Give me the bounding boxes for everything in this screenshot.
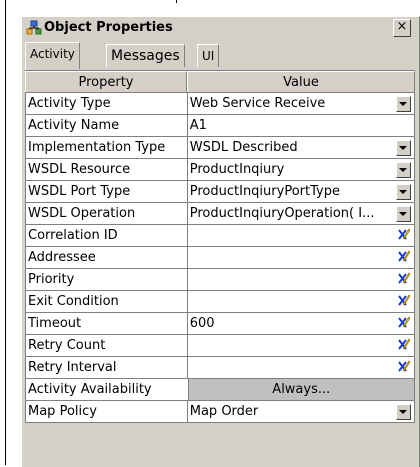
dropdown-arrow-icon[interactable] xyxy=(396,404,411,420)
title-bar: Object Properties × xyxy=(22,17,419,39)
property-value[interactable]: WSDL Described xyxy=(187,137,415,158)
dropdown-arrow-icon[interactable] xyxy=(396,184,411,200)
property-name: Retry Interval xyxy=(25,357,188,378)
expression-editor-icon[interactable] xyxy=(397,227,411,242)
value-column-header[interactable]: Value xyxy=(187,71,415,92)
table-row: Retry Interval xyxy=(25,357,415,379)
dropdown-arrow-icon[interactable] xyxy=(396,140,411,156)
value-text: Web Service Receive xyxy=(189,96,326,111)
property-value[interactable]: ProductInqiury xyxy=(187,159,415,180)
close-button[interactable]: × xyxy=(393,19,411,37)
table-row: Timeout 600 xyxy=(25,313,415,335)
expression-editor-icon[interactable] xyxy=(397,293,411,308)
table-row: WSDL Resource ProductInqiury xyxy=(25,159,415,181)
property-value[interactable]: ProductInqiuryOperation( I... xyxy=(187,203,415,224)
table-row: Activity Name A1 xyxy=(25,115,415,137)
value-text: A1 xyxy=(189,118,207,133)
value-text: Map Order xyxy=(189,404,259,419)
property-value[interactable]: Web Service Receive xyxy=(187,93,415,114)
expression-editor-icon[interactable] xyxy=(397,315,411,330)
expression-editor-icon[interactable] xyxy=(397,359,411,374)
property-value[interactable] xyxy=(187,269,415,290)
grid-header: Property Value xyxy=(25,71,415,93)
table-row: Activity Type Web Service Receive xyxy=(25,93,415,115)
property-name: Activity Availability xyxy=(25,379,189,400)
value-text: ProductInqiuryOperation( I... xyxy=(189,206,375,221)
table-row: WSDL Port Type ProductInqiuryPortType xyxy=(25,181,415,203)
table-row: Priority xyxy=(25,269,415,291)
tab-activity[interactable]: Activity xyxy=(25,42,80,69)
activity-availability-button[interactable]: Always... xyxy=(188,379,415,400)
property-value[interactable]: ProductInqiuryPortType xyxy=(187,181,415,202)
divider xyxy=(176,0,177,3)
dropdown-arrow-icon[interactable] xyxy=(396,206,411,222)
property-name: WSDL Resource xyxy=(25,159,188,180)
expression-editor-icon[interactable] xyxy=(397,337,411,352)
tab-ui[interactable]: UI xyxy=(197,44,220,67)
property-name: Activity Type xyxy=(25,93,188,114)
object-properties-icon xyxy=(26,20,42,35)
expression-editor-icon[interactable] xyxy=(397,271,411,286)
property-value[interactable] xyxy=(187,247,415,268)
tab-messages[interactable]: Messages xyxy=(106,44,185,67)
property-name: Timeout xyxy=(25,313,188,334)
property-name: WSDL Port Type xyxy=(25,181,188,202)
object-properties-panel: Object Properties × Activity Messages UI… xyxy=(21,16,420,467)
property-name: Priority xyxy=(25,269,188,290)
table-row: Retry Count xyxy=(25,335,415,357)
property-value[interactable] xyxy=(187,335,415,356)
property-name: Exit Condition xyxy=(25,291,188,312)
value-text: WSDL Described xyxy=(189,140,298,155)
value-text: ProductInqiury xyxy=(189,162,285,177)
table-row: Correlation ID xyxy=(25,225,415,247)
property-name: Implementation Type xyxy=(25,137,188,158)
property-value[interactable] xyxy=(187,291,415,312)
value-text: ProductInqiuryPortType xyxy=(189,184,340,199)
property-value[interactable]: 600 xyxy=(187,313,415,334)
table-row: WSDL Operation ProductInqiuryOperation( … xyxy=(25,203,415,225)
table-row: Activity Availability Always... xyxy=(25,379,415,401)
table-row: Exit Condition xyxy=(25,291,415,313)
table-row: Map Policy Map Order xyxy=(25,401,415,423)
property-column-header[interactable]: Property xyxy=(25,71,187,92)
dropdown-arrow-icon[interactable] xyxy=(396,162,411,178)
property-value[interactable]: A1 xyxy=(187,115,415,136)
property-grid: Property Value Activity Type Web Service… xyxy=(25,70,415,423)
property-name: Map Policy xyxy=(25,401,188,422)
dropdown-arrow-icon[interactable] xyxy=(396,96,411,112)
property-name: WSDL Operation xyxy=(25,203,188,224)
property-name: Addressee xyxy=(25,247,188,268)
table-row: Implementation Type WSDL Described xyxy=(25,137,415,159)
table-row: Addressee xyxy=(25,247,415,269)
property-name: Correlation ID xyxy=(25,225,188,246)
property-value[interactable] xyxy=(187,225,415,246)
window-frame: Object Properties × Activity Messages UI… xyxy=(5,0,420,467)
expression-editor-icon[interactable] xyxy=(397,249,411,264)
window-title: Object Properties xyxy=(44,20,173,35)
value-text: 600 xyxy=(189,316,215,331)
property-name: Activity Name xyxy=(25,115,188,136)
property-value[interactable] xyxy=(187,357,415,378)
property-value[interactable]: Map Order xyxy=(187,401,415,422)
property-name: Retry Count xyxy=(25,335,188,356)
